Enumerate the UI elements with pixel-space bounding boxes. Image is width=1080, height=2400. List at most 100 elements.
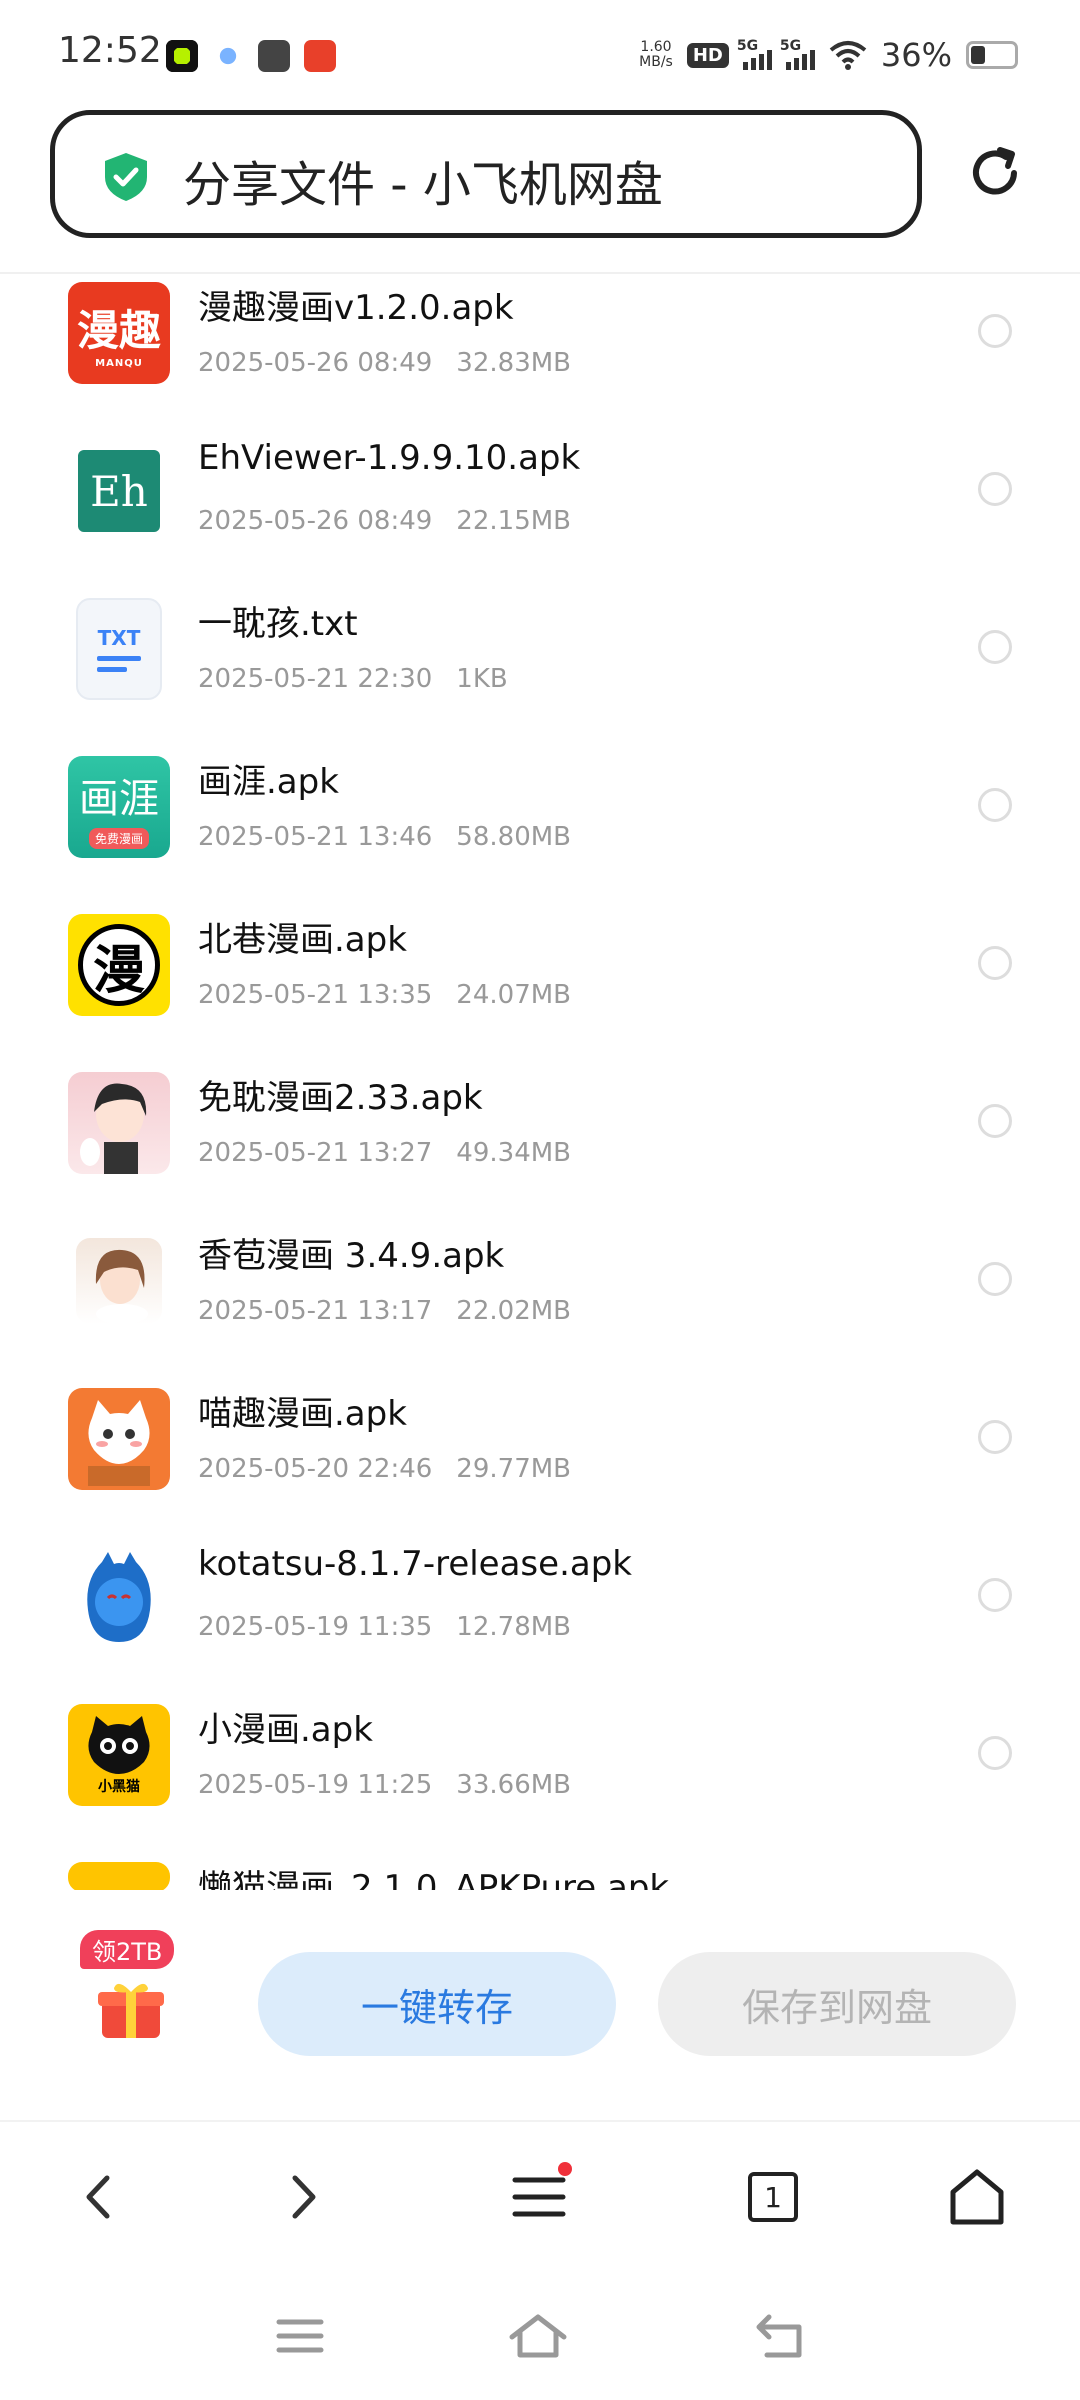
icon-text: TXT (97, 626, 141, 650)
notification-app-icon (304, 40, 336, 72)
icon-text: 漫 (78, 924, 160, 1006)
header-divider (0, 272, 1080, 274)
xiaoman-app-icon: 小黑猫 (68, 1704, 170, 1806)
lanmao-app-icon (68, 1862, 170, 1890)
select-radio[interactable] (978, 1578, 1012, 1612)
file-size: 22.02MB (456, 1296, 571, 1326)
file-list[interactable]: 漫趣 MANQU 漫趣漫画v1.2.0.apk 2025-05-26 08:49… (0, 276, 1080, 1890)
forward-button[interactable] (268, 2162, 338, 2232)
file-meta: 2025-05-26 08:49 22.15MB (198, 506, 571, 536)
file-date: 2025-05-26 08:49 (198, 506, 433, 536)
recents-icon (276, 2319, 324, 2353)
home-outline-icon (509, 2314, 567, 2358)
file-row[interactable]: TXT 一耽孩.txt 2025-05-21 22:30 1KB (0, 592, 1080, 750)
file-row[interactable]: 喵趣漫画.apk 2025-05-20 22:46 29.77MB (0, 1382, 1080, 1540)
kotatsu-app-icon (68, 1546, 170, 1648)
file-size: 1KB (456, 664, 508, 694)
file-meta: 2025-05-19 11:35 12.78MB (198, 1612, 571, 1642)
file-date: 2025-05-21 13:17 (198, 1296, 433, 1326)
system-home-button[interactable] (508, 2308, 568, 2364)
notification-app-icon (258, 40, 290, 72)
status-time: 12:52 (58, 30, 162, 71)
miandan-app-icon (68, 1072, 170, 1174)
menu-button[interactable] (504, 2162, 574, 2232)
tab-count: 1 (748, 2172, 798, 2222)
address-bar[interactable]: 分享文件 - 小飞机网盘 (50, 110, 922, 238)
icon-subtext: MANQU (95, 358, 143, 369)
file-row[interactable]: 小黑猫 小漫画.apk 2025-05-19 11:25 33.66MB (0, 1698, 1080, 1856)
home-button[interactable] (942, 2162, 1012, 2232)
file-meta: 2025-05-21 13:17 22.02MB (198, 1296, 571, 1326)
file-size: 12.78MB (456, 1612, 571, 1642)
file-row[interactable]: 免耽漫画2.33.apk 2025-05-21 13:27 49.34MB (0, 1066, 1080, 1224)
file-meta: 2025-05-21 13:46 58.80MB (198, 822, 571, 852)
page-title: 分享文件 - 小飞机网盘 (183, 157, 663, 213)
hd-icon: HD (686, 42, 729, 68)
select-radio[interactable] (978, 788, 1012, 822)
select-radio[interactable] (978, 1104, 1012, 1138)
file-name: 画涯.apk (198, 762, 339, 802)
file-meta: 2025-05-21 22:30 1KB (198, 664, 508, 694)
save-to-drive-button[interactable]: 保存到网盘 (658, 1952, 1016, 2056)
system-back-button[interactable] (750, 2308, 810, 2364)
icon-text: 漫趣 (76, 306, 161, 355)
file-name: 免耽漫画2.33.apk (198, 1078, 483, 1118)
file-row[interactable]: 香苞漫画 3.4.9.apk 2025-05-21 13:17 22.02MB (0, 1224, 1080, 1382)
file-row[interactable]: Eh EhViewer-1.9.9.10.apk 2025-05-26 08:4… (0, 434, 1080, 592)
file-size: 29.77MB (456, 1454, 571, 1484)
file-date: 2025-05-19 11:35 (198, 1612, 433, 1642)
shield-check-icon (105, 153, 147, 201)
file-date: 2025-05-19 11:25 (198, 1770, 433, 1800)
notification-app-icon (166, 40, 198, 72)
file-size: 22.15MB (456, 506, 571, 536)
file-name: 漫趣漫画v1.2.0.apk (198, 288, 514, 328)
wifi-icon (829, 41, 867, 70)
notification-icons (166, 40, 336, 72)
file-date: 2025-05-21 13:35 (198, 980, 433, 1010)
status-indicators: 1.60 MB/s HD 5G 5G 36% (639, 36, 1018, 74)
file-date: 2025-05-20 22:46 (198, 1454, 433, 1484)
file-meta: 2025-05-26 08:49 32.83MB (198, 348, 571, 378)
file-size: 24.07MB (456, 980, 571, 1010)
beixiang-app-icon: 漫 (68, 914, 170, 1016)
select-radio[interactable] (978, 1420, 1012, 1454)
one-click-transfer-button[interactable]: 一键转存 (258, 1952, 616, 2056)
file-row[interactable]: kotatsu-8.1.7-release.apk 2025-05-19 11:… (0, 1540, 1080, 1698)
chevron-left-icon (86, 2175, 110, 2219)
cat-face-icon (88, 1400, 150, 1486)
net-speed: 1.60 MB/s (639, 40, 673, 70)
signal-icon: 5G (737, 38, 772, 70)
signal-label: 5G (736, 38, 759, 54)
system-nav (0, 2272, 1080, 2400)
browser-nav: 1 (0, 2122, 1080, 2272)
recent-apps-button[interactable] (270, 2308, 330, 2364)
status-bar: 12:52 1.60 MB/s HD 5G 5G 36% (0, 0, 1080, 110)
action-bar: 领2TB 一键转存 保存到网盘 (0, 1906, 1080, 2120)
gift-promo[interactable]: 领2TB (68, 1930, 194, 2070)
net-speed-unit: MB/s (639, 54, 673, 70)
file-row[interactable]: 漫 北巷漫画.apk 2025-05-21 13:35 24.07MB (0, 908, 1080, 1066)
file-name: 懒猫漫画_2.1.0_APKPure.apk (198, 1868, 670, 1890)
file-meta: 2025-05-20 22:46 29.77MB (198, 1454, 571, 1484)
file-row[interactable]: 漫趣 MANQU 漫趣漫画v1.2.0.apk 2025-05-26 08:49… (0, 276, 1080, 434)
chevron-right-icon (292, 2175, 316, 2219)
file-row[interactable]: 画涯 免费漫画 画涯.apk 2025-05-21 13:46 58.80MB (0, 750, 1080, 908)
select-radio[interactable] (978, 946, 1012, 980)
back-button[interactable] (64, 2162, 134, 2232)
select-radio[interactable] (978, 472, 1012, 506)
file-date: 2025-05-21 22:30 (198, 664, 433, 694)
battery-icon (966, 41, 1018, 69)
reload-icon[interactable] (966, 144, 1024, 202)
file-row[interactable]: 懒猫漫画_2.1.0_APKPure.apk (0, 1856, 1080, 1890)
tabs-button[interactable]: 1 (738, 2162, 808, 2232)
file-name: 香苞漫画 3.4.9.apk (198, 1236, 505, 1276)
back-arrow-icon (756, 2314, 802, 2358)
txt-file-icon: TXT (76, 598, 162, 700)
anime-portrait-icon (80, 1083, 147, 1174)
select-radio[interactable] (978, 1736, 1012, 1770)
select-radio[interactable] (978, 630, 1012, 664)
kotatsu-creature-icon (87, 1552, 151, 1642)
notification-dot (558, 2162, 572, 2176)
select-radio[interactable] (978, 314, 1012, 348)
select-radio[interactable] (978, 1262, 1012, 1296)
